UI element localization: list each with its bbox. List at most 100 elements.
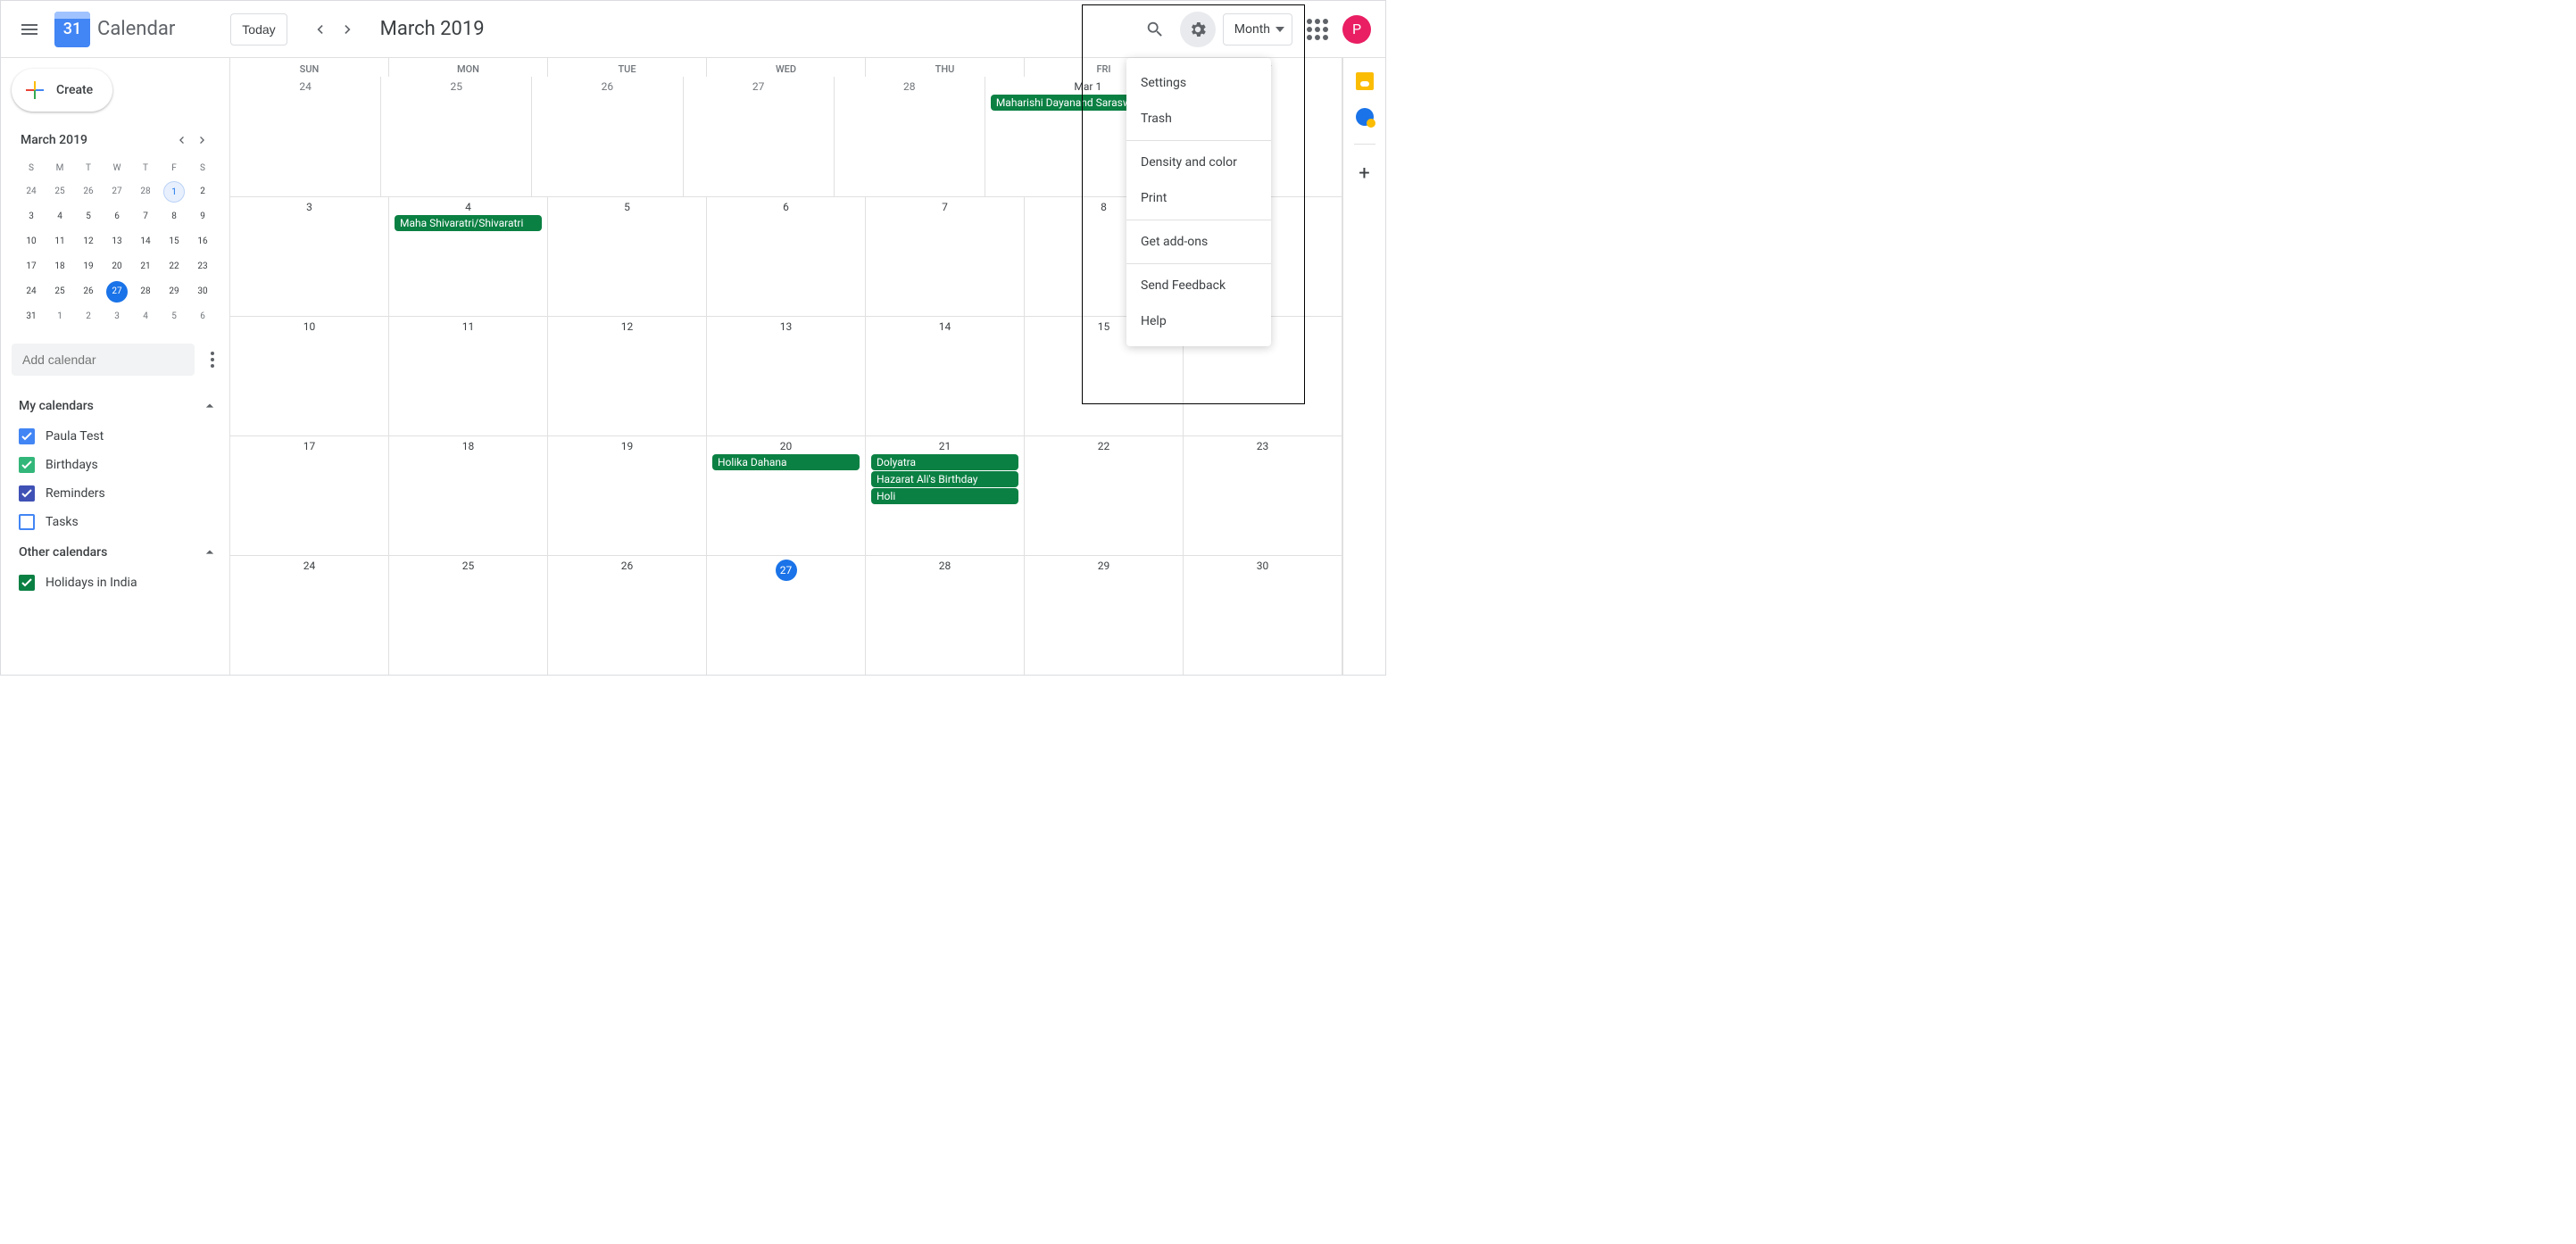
mini-day-cell[interactable]: 4 (131, 304, 160, 329)
calendar-item[interactable]: Birthdays (12, 451, 222, 479)
mini-day-cell[interactable]: 3 (103, 304, 131, 329)
day-cell[interactable]: 25 (389, 556, 548, 675)
account-avatar[interactable]: P (1342, 15, 1371, 44)
day-cell[interactable]: 24 (230, 77, 381, 196)
mini-day-cell[interactable]: 5 (74, 204, 103, 229)
mini-day-cell[interactable]: 4 (46, 204, 74, 229)
day-cell[interactable]: 5 (548, 197, 707, 316)
google-apps-button[interactable] (1300, 12, 1335, 47)
mini-day-cell[interactable]: 26 (74, 279, 103, 304)
mini-day-cell[interactable]: 10 (17, 229, 46, 254)
tasks-addon-button[interactable] (1356, 108, 1374, 126)
calendar-item[interactable]: Tasks (12, 508, 222, 536)
next-month-button[interactable] (334, 15, 362, 44)
settings-button[interactable] (1180, 12, 1216, 47)
mini-day-cell[interactable]: 31 (17, 304, 46, 329)
mini-day-cell[interactable]: 12 (74, 229, 103, 254)
day-cell[interactable]: 24 (230, 556, 389, 675)
day-cell[interactable]: 13 (707, 317, 866, 435)
get-addons-button[interactable]: + (1359, 162, 1369, 185)
keep-addon-button[interactable] (1356, 72, 1374, 90)
event-chip[interactable]: Dolyatra (871, 454, 1018, 470)
calendar-item[interactable]: Holidays in India (12, 568, 222, 597)
day-cell[interactable]: 18 (389, 436, 548, 555)
mini-day-cell[interactable]: 27 (103, 179, 131, 204)
mini-day-cell[interactable]: 28 (131, 279, 160, 304)
mini-day-cell[interactable]: 14 (131, 229, 160, 254)
create-button[interactable]: Create (12, 69, 112, 112)
mini-day-cell[interactable]: 21 (131, 254, 160, 279)
mini-day-cell[interactable]: 25 (46, 179, 74, 204)
calendar-checkbox[interactable] (19, 575, 35, 591)
day-cell[interactable]: 23 (1184, 436, 1342, 555)
mini-day-cell[interactable]: 24 (17, 279, 46, 304)
day-cell[interactable]: 12 (548, 317, 707, 435)
mini-day-cell[interactable]: 2 (188, 179, 217, 204)
menu-item-help[interactable]: Help (1126, 303, 1271, 339)
day-cell[interactable]: 27 (707, 556, 866, 675)
prev-month-button[interactable] (305, 15, 334, 44)
event-chip[interactable]: Holika Dahana (712, 454, 860, 470)
mini-day-cell[interactable]: 1 (160, 179, 188, 204)
day-cell[interactable]: 3 (230, 197, 389, 316)
logo[interactable]: 31 Calendar (54, 12, 175, 47)
day-cell[interactable]: 29 (1025, 556, 1184, 675)
today-button[interactable]: Today (230, 13, 287, 46)
mini-day-cell[interactable]: 7 (131, 204, 160, 229)
mini-day-cell[interactable]: 6 (188, 304, 217, 329)
mini-day-cell[interactable]: 30 (188, 279, 217, 304)
day-cell[interactable]: 14 (866, 317, 1025, 435)
search-button[interactable] (1137, 12, 1173, 47)
my-calendars-toggle[interactable]: My calendars (12, 390, 222, 422)
day-cell[interactable]: 26 (548, 556, 707, 675)
other-calendars-toggle[interactable]: Other calendars (12, 536, 222, 568)
day-cell[interactable]: 28 (866, 556, 1025, 675)
mini-day-cell[interactable]: 22 (160, 254, 188, 279)
day-cell[interactable]: 7 (866, 197, 1025, 316)
event-chip[interactable]: Holi (871, 488, 1018, 504)
mini-day-cell[interactable]: 29 (160, 279, 188, 304)
day-cell[interactable]: 30 (1184, 556, 1342, 675)
day-cell[interactable]: 28 (835, 77, 985, 196)
day-cell[interactable]: 19 (548, 436, 707, 555)
mini-day-cell[interactable]: 23 (188, 254, 217, 279)
add-calendar-input[interactable] (12, 344, 195, 376)
calendar-checkbox[interactable] (19, 457, 35, 473)
mini-day-cell[interactable]: 9 (188, 204, 217, 229)
menu-item-trash[interactable]: Trash (1126, 101, 1271, 137)
day-cell[interactable]: 27 (684, 77, 835, 196)
mini-day-cell[interactable]: 24 (17, 179, 46, 204)
mini-day-cell[interactable]: 3 (17, 204, 46, 229)
calendar-options-button[interactable] (202, 349, 222, 370)
calendar-checkbox[interactable] (19, 428, 35, 444)
mini-day-cell[interactable]: 17 (17, 254, 46, 279)
menu-item-density-and-color[interactable]: Density and color (1126, 145, 1271, 180)
event-chip[interactable]: Hazarat Ali's Birthday (871, 471, 1018, 487)
day-cell[interactable]: 11 (389, 317, 548, 435)
day-cell[interactable]: 10 (230, 317, 389, 435)
mini-prev-button[interactable] (170, 129, 192, 151)
day-cell[interactable]: 6 (707, 197, 866, 316)
menu-item-send-feedback[interactable]: Send Feedback (1126, 268, 1271, 303)
mini-day-cell[interactable]: 5 (160, 304, 188, 329)
view-selector[interactable]: Month (1223, 13, 1292, 46)
calendar-checkbox[interactable] (19, 514, 35, 530)
mini-day-cell[interactable]: 15 (160, 229, 188, 254)
mini-day-cell[interactable]: 13 (103, 229, 131, 254)
day-cell[interactable]: 22 (1025, 436, 1184, 555)
mini-day-cell[interactable]: 25 (46, 279, 74, 304)
mini-day-cell[interactable]: 1 (46, 304, 74, 329)
mini-day-cell[interactable]: 26 (74, 179, 103, 204)
day-cell[interactable]: 26 (532, 77, 683, 196)
calendar-item[interactable]: Reminders (12, 479, 222, 508)
day-cell[interactable]: 4Maha Shivaratri/Shivaratri (389, 197, 548, 316)
day-cell[interactable]: 17 (230, 436, 389, 555)
menu-item-settings[interactable]: Settings (1126, 65, 1271, 101)
day-cell[interactable]: 20Holika Dahana (707, 436, 866, 555)
menu-item-get-add-ons[interactable]: Get add-ons (1126, 224, 1271, 260)
mini-day-cell[interactable]: 6 (103, 204, 131, 229)
mini-next-button[interactable] (192, 129, 213, 151)
mini-day-cell[interactable]: 27 (103, 279, 131, 304)
calendar-item[interactable]: Paula Test (12, 422, 222, 451)
mini-day-cell[interactable]: 8 (160, 204, 188, 229)
